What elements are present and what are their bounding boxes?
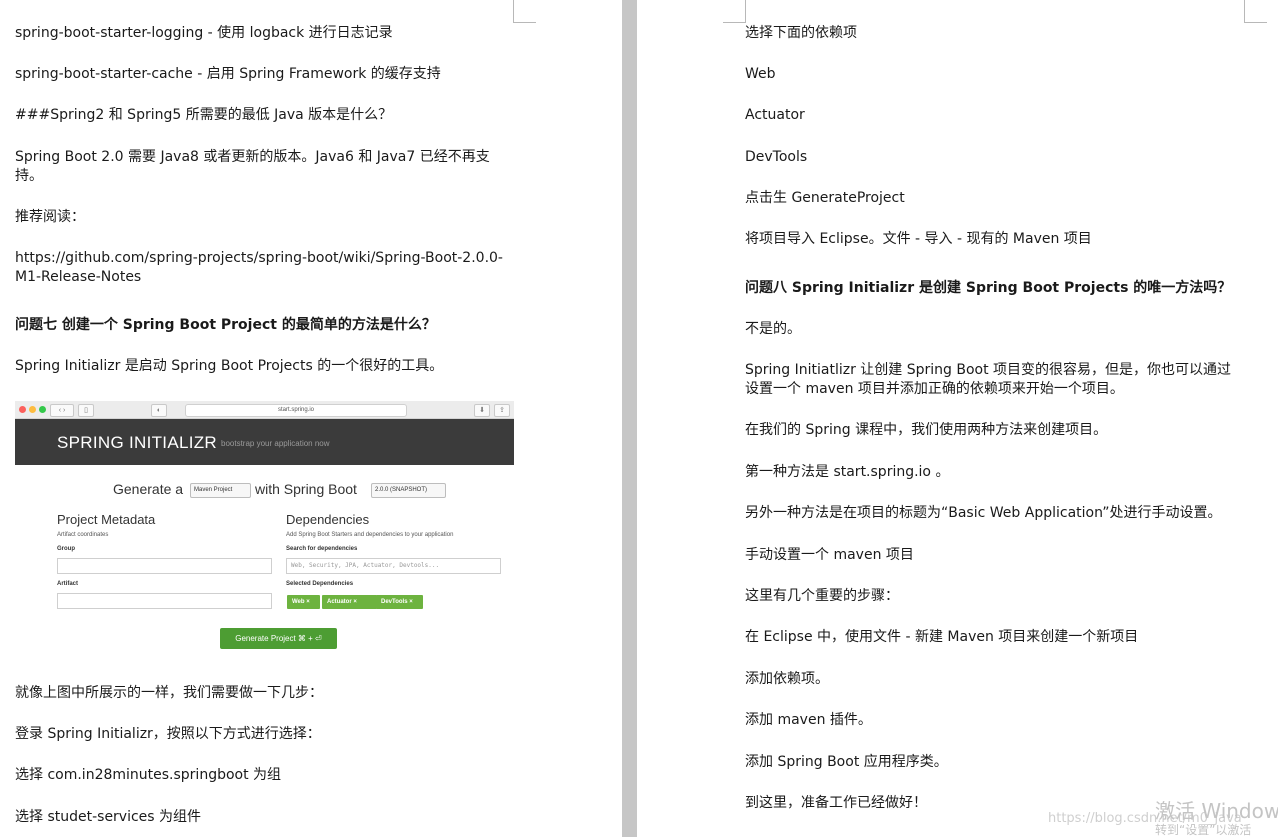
metadata-subtitle: Artifact coordinates xyxy=(57,532,109,538)
paragraph: ###Spring2 和 Spring5 所需要的最低 Java 版本是什么？ xyxy=(15,107,393,123)
paragraph: 不是的。 xyxy=(745,321,801,337)
paragraph: 就像上图中所展示的一样，我们需要做一下几步： xyxy=(15,685,323,701)
paragraph: 另外一种方法是在项目的标题为“Basic Web Application”处进行… xyxy=(745,505,1222,521)
paragraph: 添加 maven 插件。 xyxy=(745,712,872,728)
paragraph: 点击生 GenerateProject xyxy=(745,190,905,206)
zoom-dot-icon xyxy=(39,406,46,413)
generate-label: Generate a xyxy=(113,481,184,497)
dependency-search-input: Web, Security, JPA, Actuator, Devtools..… xyxy=(286,558,501,574)
paragraph: 选择下面的依赖项 xyxy=(745,25,857,41)
paragraph: spring-boot-starter-logging - 使用 logback… xyxy=(15,25,393,41)
paragraph: 添加 Spring Boot 应用程序类。 xyxy=(745,754,948,770)
dependency-chip: Web × xyxy=(287,595,320,609)
share-icon: ⇪ xyxy=(494,404,510,417)
crop-mark xyxy=(513,0,536,23)
paragraph: 选择 com.in28minutes.springboot 为组 xyxy=(15,767,282,783)
dependency-chip: DevTools × xyxy=(376,595,423,609)
initializr-banner: SPRING INITIALIZR bootstrap your applica… xyxy=(15,419,514,465)
with-spring-boot-label: with Spring Boot xyxy=(255,481,357,497)
spring-initializr-screenshot: ‹ › ▯ ◐ start.spring.io ⬇ ⇪ SPRING INITI… xyxy=(15,401,514,656)
paragraph: 在我们的 Spring 课程中，我们使用两种方法来创建项目。 xyxy=(745,422,1108,438)
minimize-dot-icon xyxy=(29,406,36,413)
dependency-chip: Actuator × xyxy=(322,595,377,609)
selected-deps-label: Selected Dependencies xyxy=(286,581,354,587)
paragraph: Spring Boot 2.0 需要 Java8 或者更新的版本。Java6 和… xyxy=(15,149,490,184)
boot-version-select: 2.0.0 (SNAPSHOT) xyxy=(371,483,446,498)
link-text[interactable]: https://github.com/spring-projects/sprin… xyxy=(15,249,510,287)
paragraph: 在 Eclipse 中，使用文件 - 新建 Maven 项目来创建一个新项目 xyxy=(745,629,1139,645)
activation-watermark: 激活 Window xyxy=(1155,799,1278,823)
paragraph: 将项目导入 Eclipse。文件 - 导入 - 现有的 Maven 项目 xyxy=(745,231,1092,247)
browser-toolbar: ‹ › ▯ ◐ start.spring.io ⬇ ⇪ xyxy=(15,401,514,419)
brand-tagline: bootstrap your application now xyxy=(221,439,330,448)
paragraph: Spring Initiatlizr 让创建 Spring Boot 项目变的很… xyxy=(745,362,1232,397)
crop-mark xyxy=(723,0,746,23)
activation-watermark-sub: 转到“设置”以激活 xyxy=(1155,823,1252,837)
brand-title: SPRING INITIALIZR xyxy=(57,433,218,452)
download-icon: ⬇ xyxy=(474,404,490,417)
paragraph: 登录 Spring Initializr，按照以下方式进行选择： xyxy=(15,726,321,742)
document-page-left: spring-boot-starter-logging - 使用 logback… xyxy=(0,0,622,837)
paragraph: 添加依赖项。 xyxy=(745,671,829,687)
privacy-icon: ◐ xyxy=(151,404,167,417)
artifact-input xyxy=(57,593,272,609)
dependencies-subtitle: Add Spring Boot Starters and dependencie… xyxy=(286,532,454,538)
page-gutter xyxy=(622,0,637,837)
paragraph: Actuator xyxy=(745,107,805,123)
dependencies-title: Dependencies xyxy=(286,512,370,527)
paragraph: Web xyxy=(745,66,776,82)
document-page-right: 选择下面的依赖项 Web Actuator DevTools 点击生 Gener… xyxy=(637,0,1278,837)
close-dot-icon xyxy=(19,406,26,413)
group-input xyxy=(57,558,272,574)
paragraph: DevTools xyxy=(745,149,808,165)
search-label: Search for dependencies xyxy=(286,546,358,552)
crop-mark xyxy=(1244,0,1267,23)
question-heading: 问题八 Spring Initializr 是创建 Spring Boot Pr… xyxy=(745,280,1232,296)
sidebar-icon: ▯ xyxy=(78,404,94,417)
paragraph: spring-boot-starter-cache - 启用 Spring Fr… xyxy=(15,66,441,82)
paragraph: 推荐阅读： xyxy=(15,209,85,225)
metadata-title: Project Metadata xyxy=(57,512,156,527)
paragraph: 到这里，准备工作已经做好！ xyxy=(745,795,927,811)
question-heading: 问题七 创建一个 Spring Boot Project 的最简单的方法是什么？ xyxy=(15,317,436,333)
project-type-select: Maven Project xyxy=(190,483,251,498)
paragraph: 选择 studet-services 为组件 xyxy=(15,809,202,825)
address-bar: start.spring.io xyxy=(185,404,407,417)
group-label: Group xyxy=(57,546,75,552)
paragraph: 手动设置一个 maven 项目 xyxy=(745,547,914,563)
back-forward-icon: ‹ › xyxy=(50,404,74,417)
paragraph: 这里有几个重要的步骤： xyxy=(745,588,899,604)
generate-project-button: Generate Project ⌘ + ⏎ xyxy=(220,628,337,649)
paragraph: 第一种方法是 start.spring.io 。 xyxy=(745,464,950,480)
paragraph: Spring Initializr 是启动 Spring Boot Projec… xyxy=(15,358,444,374)
artifact-label: Artifact xyxy=(57,581,79,587)
